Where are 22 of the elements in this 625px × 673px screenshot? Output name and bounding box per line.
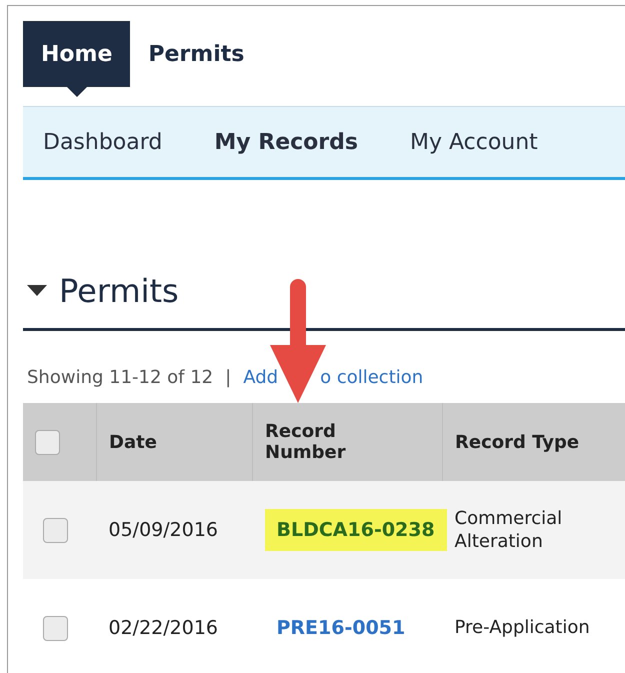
result-count: Showing 11-12 of 12 [27, 367, 214, 390]
record-link[interactable]: BLDCA16-0238 [264, 509, 447, 551]
add-to-collection-link[interactable]: Add o collection [243, 367, 424, 395]
checkbox[interactable] [35, 430, 60, 454]
table-cell-text: Commercial Alteration [454, 506, 564, 554]
column-header[interactable]: Record Type [455, 432, 580, 452]
nav-tab[interactable]: Home [23, 21, 130, 87]
section-title: Permits [59, 272, 179, 310]
checkbox[interactable] [43, 518, 68, 542]
nav-tab[interactable]: My Account [410, 130, 538, 154]
nav-tab[interactable]: My Records [214, 130, 358, 154]
table-cell: 02/22/2016 [108, 617, 218, 639]
column-header[interactable]: Date [109, 432, 157, 452]
table-cell: Pre-Application [454, 616, 590, 640]
separator: | [225, 367, 232, 390]
nav-tab[interactable]: Permits [130, 21, 262, 87]
checkbox[interactable] [43, 616, 68, 640]
record-link[interactable]: PRE16-0051 [264, 607, 418, 649]
nav-tab[interactable]: Dashboard [43, 130, 162, 154]
caret-icon[interactable] [27, 285, 47, 297]
column-header[interactable]: Record Number [265, 421, 415, 463]
table-cell: 05/09/2016 [108, 519, 218, 541]
